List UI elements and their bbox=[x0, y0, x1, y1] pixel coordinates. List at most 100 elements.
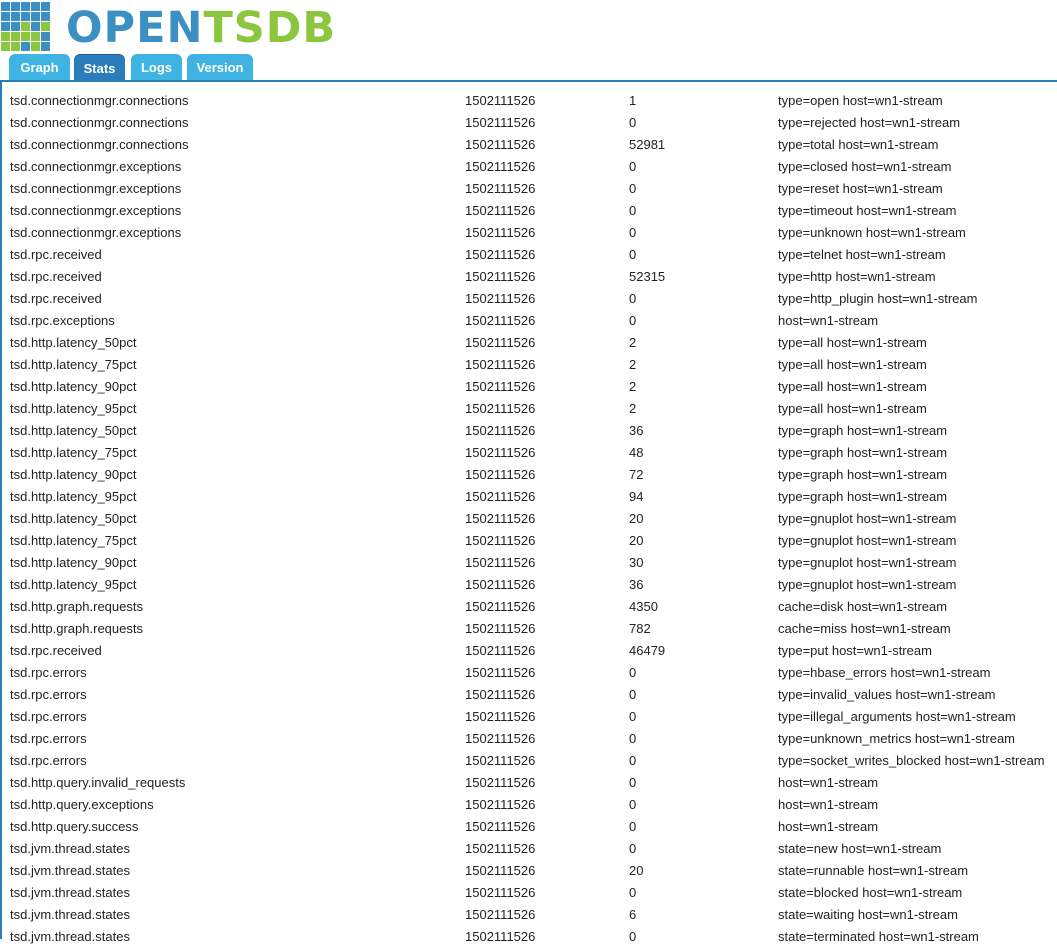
timestamp: 1502111526 bbox=[465, 203, 536, 218]
metric-name: tsd.jvm.thread.states bbox=[10, 841, 130, 856]
timestamp: 1502111526 bbox=[465, 269, 536, 284]
timestamp: 1502111526 bbox=[465, 797, 536, 812]
metric-value: 20 bbox=[629, 533, 644, 548]
metric-name: tsd.http.latency_50pct bbox=[10, 511, 137, 526]
stat-row: tsd.http.latency_75pct 1502111526 2 type=al… bbox=[0, 354, 1057, 376]
opentsdb-logo-icon bbox=[1, 2, 50, 51]
metric-value: 6 bbox=[629, 907, 637, 922]
tab-graph[interactable]: Graph bbox=[9, 54, 70, 80]
logo-square bbox=[21, 42, 30, 51]
metric-value: 72 bbox=[629, 467, 644, 482]
stat-row: tsd.rpc.received 1502111526 0 type=http_plu… bbox=[0, 288, 1057, 310]
tags: state=runnable host=wn1-stream bbox=[778, 863, 969, 878]
tags: type=graph host=wn1-stream bbox=[778, 467, 948, 482]
stat-row: tsd.connectionmgr.connections 1502111526 1… bbox=[0, 90, 1057, 112]
metric-value: 2 bbox=[629, 357, 637, 372]
logo-square bbox=[31, 22, 40, 31]
stat-row: tsd.jvm.thread.states 1502111526 6 state=wa… bbox=[0, 904, 1057, 926]
stat-row: tsd.http.latency_75pct 1502111526 48 type=g… bbox=[0, 442, 1057, 464]
stat-row: tsd.http.latency_95pct 1502111526 94 type=g… bbox=[0, 486, 1057, 508]
tags: type=gnuplot host=wn1-stream bbox=[778, 577, 957, 592]
metric-value: 2 bbox=[629, 335, 637, 350]
logo-square bbox=[41, 2, 50, 11]
timestamp: 1502111526 bbox=[465, 115, 536, 130]
metric-name: tsd.http.latency_75pct bbox=[10, 445, 137, 460]
timestamp: 1502111526 bbox=[465, 687, 536, 702]
timestamp: 1502111526 bbox=[465, 511, 536, 526]
logo-square bbox=[11, 32, 20, 41]
logo-square bbox=[1, 22, 10, 31]
metric-value: 36 bbox=[629, 423, 644, 438]
metric-name: tsd.http.latency_90pct bbox=[10, 379, 137, 394]
logo-square bbox=[11, 12, 20, 21]
stat-row: tsd.http.latency_95pct 1502111526 36 type=g… bbox=[0, 574, 1057, 596]
metric-name: tsd.http.latency_95pct bbox=[10, 489, 137, 504]
stat-row: tsd.http.graph.requests 1502111526 4350 cac… bbox=[0, 596, 1057, 618]
metric-value: 46479 bbox=[629, 643, 666, 658]
brand-logo-text: OPENTSDB bbox=[66, 2, 336, 54]
tab-logs[interactable]: Logs bbox=[131, 54, 182, 80]
logo-square bbox=[21, 22, 30, 31]
metric-name: tsd.http.latency_90pct bbox=[10, 555, 137, 570]
metric-name: tsd.jvm.thread.states bbox=[10, 929, 130, 944]
metric-value: 0 bbox=[629, 797, 637, 812]
stat-row: tsd.http.graph.requests 1502111526 782 cach… bbox=[0, 618, 1057, 640]
metric-value: 0 bbox=[629, 225, 637, 240]
timestamp: 1502111526 bbox=[465, 489, 536, 504]
metric-value: 0 bbox=[629, 665, 637, 680]
metric-value: 1 bbox=[629, 93, 637, 108]
metric-name: tsd.http.query.exceptions bbox=[10, 797, 154, 812]
stat-row: tsd.rpc.errors 1502111526 0 type=socket_wri… bbox=[0, 750, 1057, 772]
tags: type=open host=wn1-stream bbox=[778, 93, 943, 108]
tab-version[interactable]: Version bbox=[187, 54, 253, 80]
metric-name: tsd.http.graph.requests bbox=[10, 621, 143, 636]
logo-square bbox=[31, 12, 40, 21]
metric-value: 20 bbox=[629, 511, 644, 526]
stat-row: tsd.http.query.invalid_requests 150211152… bbox=[0, 772, 1057, 794]
metric-name: tsd.http.latency_95pct bbox=[10, 401, 137, 416]
timestamp: 1502111526 bbox=[465, 137, 536, 152]
tags: type=all host=wn1-stream bbox=[778, 357, 927, 372]
stat-row: tsd.connectionmgr.exceptions 1502111526 0 t… bbox=[0, 178, 1057, 200]
metric-name: tsd.connectionmgr.exceptions bbox=[10, 225, 182, 240]
metric-name: tsd.rpc.received bbox=[10, 643, 102, 658]
metric-value: 782 bbox=[629, 621, 651, 636]
stat-row: tsd.http.latency_90pct 1502111526 30 type=g… bbox=[0, 552, 1057, 574]
timestamp: 1502111526 bbox=[465, 841, 536, 856]
metric-value: 0 bbox=[629, 247, 637, 262]
stat-row: tsd.rpc.errors 1502111526 0 type=illegal_ar… bbox=[0, 706, 1057, 728]
brand-name-tsdb: TSDB bbox=[203, 3, 337, 53]
metric-value: 36 bbox=[629, 577, 644, 592]
metric-value: 0 bbox=[629, 181, 637, 196]
timestamp: 1502111526 bbox=[465, 247, 536, 262]
metric-name: tsd.rpc.errors bbox=[10, 753, 87, 768]
tags: type=http host=wn1-stream bbox=[778, 269, 936, 284]
metric-value: 0 bbox=[629, 709, 637, 724]
metric-value: 0 bbox=[629, 313, 637, 328]
timestamp: 1502111526 bbox=[465, 643, 536, 658]
stat-row: tsd.rpc.errors 1502111526 0 type=invalid_va… bbox=[0, 684, 1057, 706]
tags: type=unknown_metrics host=wn1-stream bbox=[778, 731, 1016, 746]
stat-row: tsd.http.latency_50pct 1502111526 20 type=g… bbox=[0, 508, 1057, 530]
tags: type=gnuplot host=wn1-stream bbox=[778, 555, 957, 570]
tags: host=wn1-stream bbox=[778, 775, 879, 790]
stat-row: tsd.connectionmgr.exceptions 1502111526 0 t… bbox=[0, 222, 1057, 244]
metric-name: tsd.rpc.errors bbox=[10, 731, 87, 746]
timestamp: 1502111526 bbox=[465, 159, 536, 174]
timestamp: 1502111526 bbox=[465, 313, 536, 328]
logo-square bbox=[31, 32, 40, 41]
stat-row: tsd.http.latency_90pct 1502111526 72 type=g… bbox=[0, 464, 1057, 486]
timestamp: 1502111526 bbox=[465, 885, 536, 900]
metric-value: 2 bbox=[629, 379, 637, 394]
timestamp: 1502111526 bbox=[465, 225, 536, 240]
metric-name: tsd.connectionmgr.exceptions bbox=[10, 203, 182, 218]
metric-name: tsd.http.latency_50pct bbox=[10, 335, 137, 350]
metric-name: tsd.http.latency_75pct bbox=[10, 357, 137, 372]
logo-square bbox=[11, 42, 20, 51]
tab-stats[interactable]: Stats bbox=[74, 54, 125, 80]
metric-name: tsd.rpc.received bbox=[10, 269, 102, 284]
timestamp: 1502111526 bbox=[465, 863, 536, 878]
timestamp: 1502111526 bbox=[465, 577, 536, 592]
tags: type=all host=wn1-stream bbox=[778, 379, 927, 394]
metric-value: 52981 bbox=[629, 137, 666, 152]
